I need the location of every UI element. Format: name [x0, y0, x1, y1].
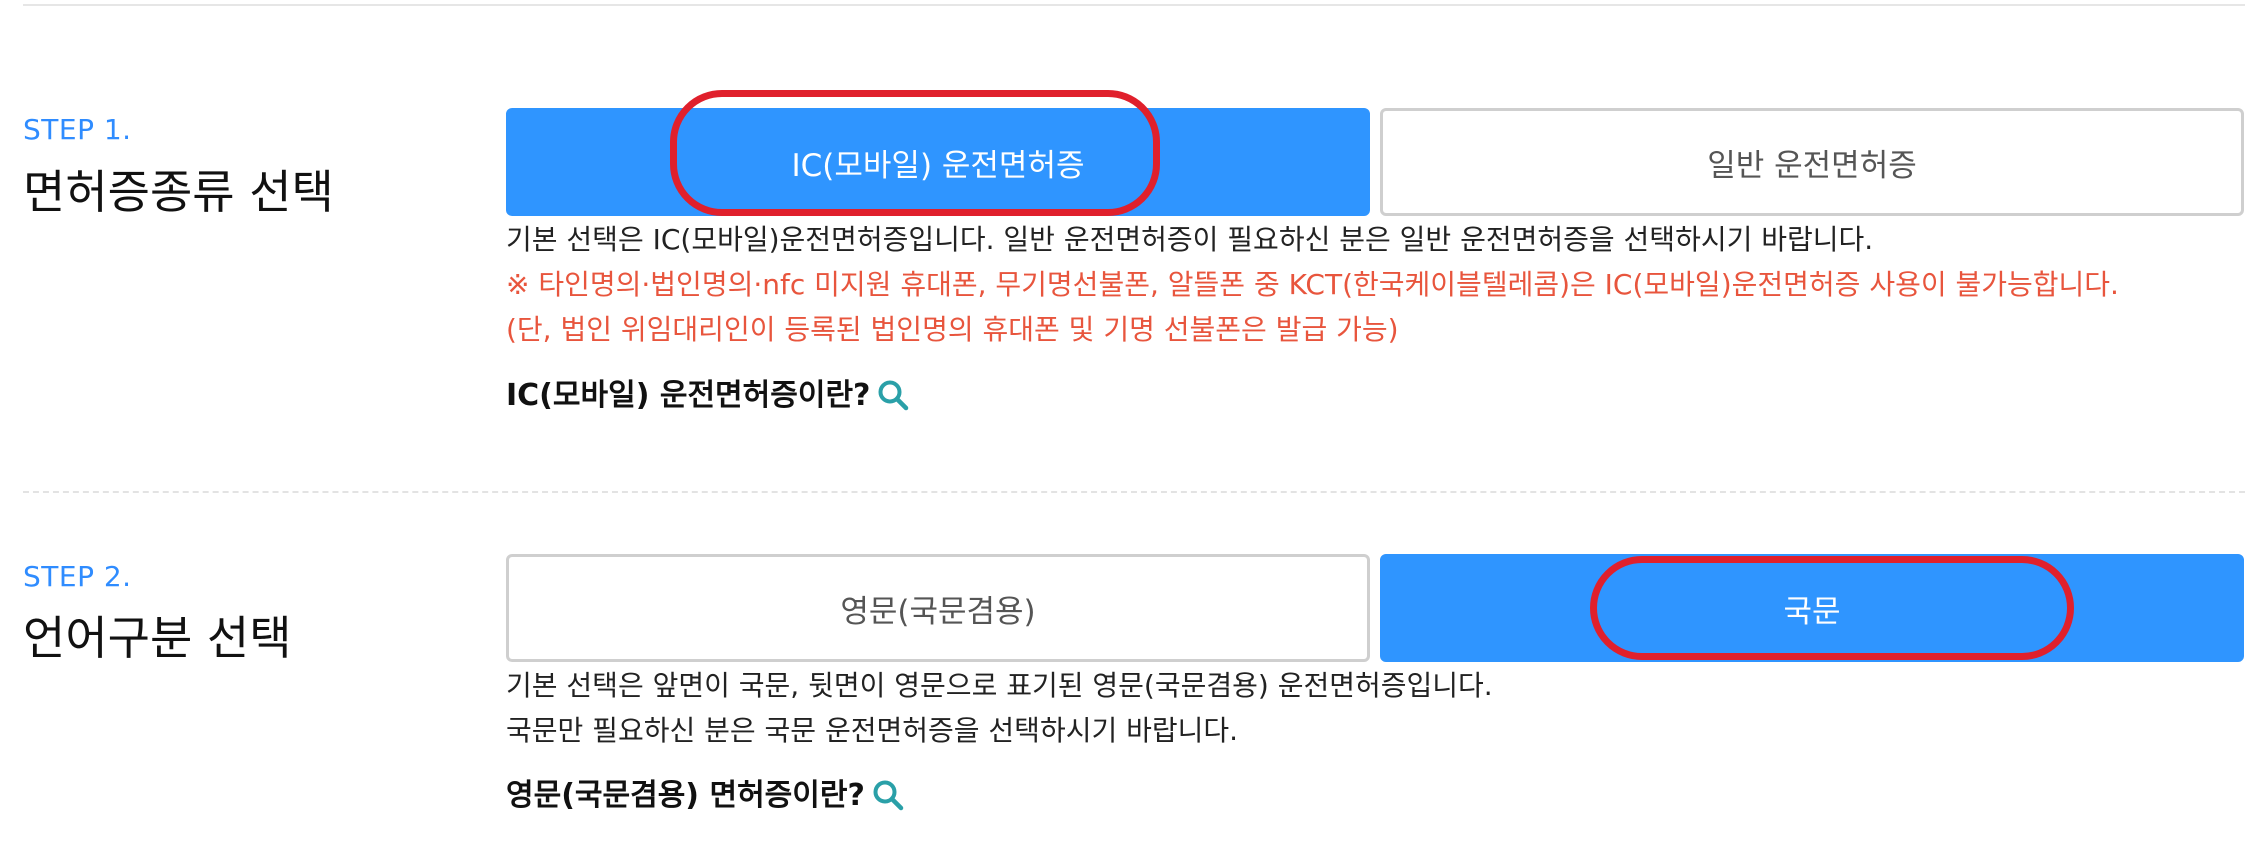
step2-title: 언어구분 선택	[23, 611, 292, 665]
search-icon	[871, 778, 905, 812]
step1-warning-note: (단, 법인 위임대리인이 등록된 법인명의 휴대폰 및 기명 선불폰은 발급 …	[506, 313, 1399, 346]
step2-label: STEP 2.	[23, 560, 132, 593]
language-english-button[interactable]: 영문(국문겸용)	[506, 554, 1370, 662]
top-divider	[23, 4, 2245, 6]
step1-warning-line: ※ 타인명의·법인명의·nfc 미지원 휴대폰, 무기명선불폰, 알뜰폰 중 K…	[506, 268, 2119, 301]
step1-title: 면허증종류 선택	[23, 165, 334, 219]
step2-description: 기본 선택은 앞면이 국문, 뒷면이 영문으로 표기된 영문(국문겸용) 운전면…	[506, 663, 1493, 753]
step2-desc-line: 기본 선택은 앞면이 국문, 뒷면이 영문으로 표기된 영문(국문겸용) 운전면…	[506, 669, 1493, 702]
step1-desc-line: 기본 선택은 IC(모바일)운전면허증입니다. 일반 운전면허증이 필요하신 분…	[506, 223, 1874, 256]
language-english-label: 영문(국문겸용)	[840, 593, 1036, 630]
section-divider	[23, 491, 2245, 493]
english-license-info-text: 영문(국문겸용) 면허증이란?	[506, 778, 865, 813]
language-korean-label: 국문	[1783, 593, 1841, 630]
license-type-ic-label: IC(모바일) 운전면허증	[791, 147, 1085, 184]
step2-desc-line-2: 국문만 필요하신 분은 국문 운전면허증을 선택하시기 바랍니다.	[506, 714, 1239, 747]
license-type-general-button[interactable]: 일반 운전면허증	[1380, 108, 2244, 216]
language-korean-button[interactable]: 국문	[1380, 554, 2244, 662]
step1-description: 기본 선택은 IC(모바일)운전면허증입니다. 일반 운전면허증이 필요하신 분…	[506, 217, 2119, 352]
ic-license-info-link[interactable]: IC(모바일) 운전면허증이란?	[506, 370, 910, 414]
search-icon	[876, 378, 910, 412]
license-type-ic-button[interactable]: IC(모바일) 운전면허증	[506, 108, 1370, 216]
english-license-info-link[interactable]: 영문(국문겸용) 면허증이란?	[506, 770, 905, 814]
ic-license-info-text: IC(모바일) 운전면허증이란?	[506, 378, 871, 413]
license-type-general-label: 일반 운전면허증	[1707, 147, 1917, 184]
step1-label: STEP 1.	[23, 113, 132, 146]
